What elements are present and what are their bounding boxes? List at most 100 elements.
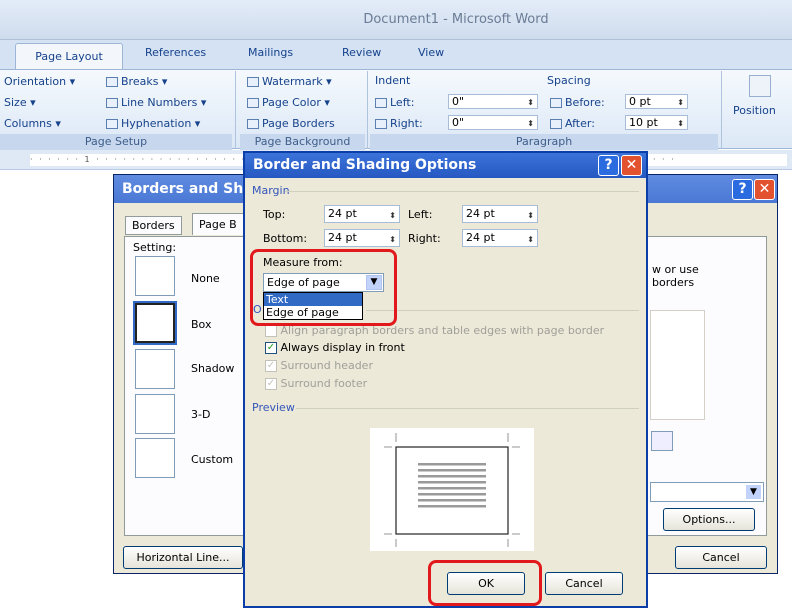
right-label: Right: [408,232,441,245]
hyphenation-button[interactable]: Hyphenation ▾ [106,117,200,130]
line-numbers-icon [106,98,118,108]
setting-custom[interactable]: Custom [191,453,233,466]
horizontal-line-button[interactable]: Horizontal Line... [123,546,243,569]
indent-left-input[interactable]: 0" ⬍ [448,94,538,109]
divider [366,310,639,311]
ok-button-highlight [428,560,542,606]
spacing-before-input[interactable]: 0 pt ⬍ [625,94,688,109]
spin-icon[interactable]: ⬍ [527,96,534,109]
spacing-label: Spacing [547,74,591,87]
tab-mailings[interactable]: Mailings [248,46,293,59]
position-button[interactable]: Position [733,104,776,117]
watermark-button[interactable]: Watermark ▾ [247,75,332,88]
close-icon[interactable]: ✕ [621,155,642,176]
indent-left-label: Left: [375,96,414,109]
checkmark-icon[interactable]: ✓ [265,378,277,390]
divider [285,191,639,192]
preview-label: Preview [252,401,295,414]
spin-icon[interactable]: ⬍ [527,208,534,224]
checkmark-icon[interactable]: ✓ [265,342,277,354]
setting-box-icon[interactable] [133,301,177,345]
breaks-icon [106,77,118,87]
setting-shadow-icon[interactable] [135,349,175,389]
spin-icon[interactable]: ⬍ [389,208,396,224]
tab-view[interactable]: View [418,46,444,59]
always-display-in-front-option[interactable]: ✓ Always display in front [265,341,405,354]
indent-right-label: Right: [375,117,423,130]
page-borders-button[interactable]: Page Borders [247,117,335,130]
setting-none[interactable]: None [191,272,220,285]
page-borders-icon [247,119,259,129]
window-title: Document1 - Microsoft Word [363,12,549,27]
spin-icon[interactable]: ⬍ [527,117,534,130]
ribbon-separator [235,71,236,149]
spacing-after-label: After: [550,117,595,130]
tab-borders[interactable]: Borders [125,216,182,235]
breaks-button[interactable]: Breaks ▾ [106,75,167,88]
spin-icon[interactable]: ⬍ [677,117,684,130]
surround-footer-option[interactable]: ✓ Surround footer [265,377,367,390]
preview-diagram [384,433,520,547]
options-dialog-title: Border and Shading Options [253,157,477,173]
setting-custom-icon[interactable] [135,438,175,478]
tab-page-layout[interactable]: Page Layout [15,43,123,70]
indent-label: Indent [375,74,411,87]
setting-3d-icon[interactable] [135,394,175,434]
checkbox-icon[interactable] [265,325,277,337]
options-dialog-title-bar: Border and Shading Options [245,153,646,178]
chevron-down-icon[interactable]: ▼ [746,485,761,499]
top-label: Top: [263,208,286,221]
spin-icon[interactable]: ⬍ [677,96,684,109]
page-setup-group-label: Page Setup [0,134,232,150]
options-button[interactable]: Options... [663,508,755,531]
tab-page-border[interactable]: Page B [192,213,244,235]
columns-button[interactable]: Columns ▾ [4,117,61,130]
position-icon[interactable] [749,75,771,97]
options-cancel-button[interactable]: Cancel [545,572,623,595]
right-margin-input[interactable]: 24 pt ⬍ [462,229,538,247]
setting-label: Setting: [133,241,177,254]
tab-references[interactable]: References [145,46,206,59]
left-margin-input[interactable]: 24 pt ⬍ [462,205,538,223]
spacing-after-icon [550,119,562,129]
setting-box[interactable]: Box [191,318,211,331]
cancel-button[interactable]: Cancel [675,546,767,569]
left-label: Left: [408,208,433,221]
spacing-before-label: Before: [550,96,605,109]
setting-shadow[interactable]: Shadow [191,362,234,375]
ribbon-separator [367,71,368,149]
page-color-icon [247,98,259,108]
size-button[interactable]: Size ▾ [4,96,36,109]
spacing-before-icon [550,98,562,108]
margin-label: Margin [252,184,290,197]
close-icon[interactable]: ✕ [754,179,775,200]
hyphenation-icon [106,119,118,129]
divider [296,408,639,409]
page-background-group-label: Page Background [240,134,365,150]
apply-to-select[interactable]: ▼ [650,482,764,502]
setting-3d[interactable]: 3-D [191,408,210,421]
borders-dialog-title: Borders and Sha [122,181,253,197]
setting-none-icon[interactable] [135,256,175,296]
indent-left-icon [375,98,387,108]
spin-icon[interactable]: ⬍ [527,232,534,248]
help-icon[interactable]: ? [732,179,753,200]
checkmark-icon[interactable]: ✓ [265,360,277,372]
spin-icon[interactable]: ⬍ [389,232,396,248]
hint-text-1: w or use [652,263,699,276]
surround-header-option[interactable]: ✓ Surround header [265,359,373,372]
help-icon[interactable]: ? [598,155,619,176]
top-margin-input[interactable]: 24 pt ⬍ [324,205,400,223]
tab-review[interactable]: Review [342,46,381,59]
hint-text-2: borders [652,276,695,289]
bottom-margin-input[interactable]: 24 pt ⬍ [324,229,400,247]
watermark-icon [247,77,259,87]
preview-page [370,428,534,551]
border-button-icon[interactable] [651,431,673,451]
spacing-after-input[interactable]: 10 pt ⬍ [625,115,688,130]
bottom-label: Bottom: [263,232,308,245]
page-color-button[interactable]: Page Color ▾ [247,96,330,109]
orientation-button[interactable]: Orientation ▾ [4,75,75,88]
indent-right-input[interactable]: 0" ⬍ [448,115,538,130]
line-numbers-button[interactable]: Line Numbers ▾ [106,96,206,109]
